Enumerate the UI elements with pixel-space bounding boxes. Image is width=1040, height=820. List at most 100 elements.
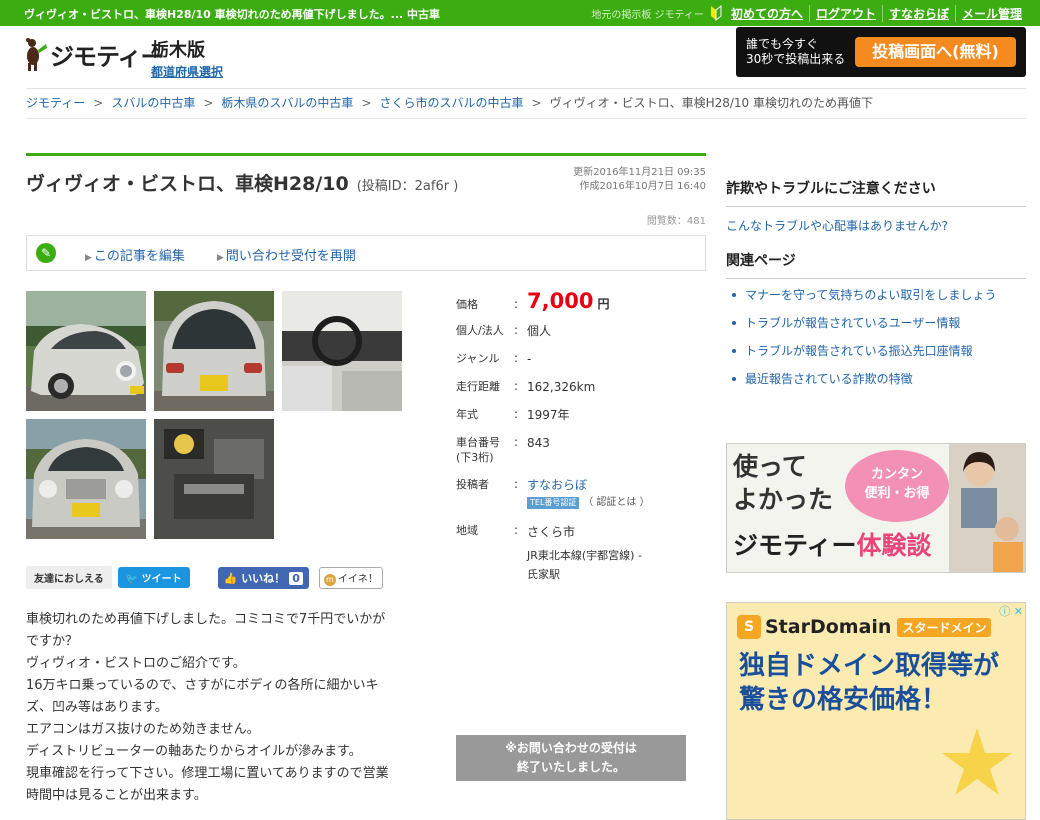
beginner-mark-icon: [710, 5, 722, 21]
bird-icon: 🐦: [125, 574, 139, 585]
banner-line1: 使って: [733, 452, 807, 481]
car-engine-photo: [154, 419, 274, 539]
description-line: 16万キロ乗っているので、さすがにボディの各所に細かいキ: [26, 678, 379, 693]
station-line1: JR東北本線(宇都宮線) -: [527, 549, 642, 562]
related-page-link[interactable]: トラブルが報告されているユーザー情報: [726, 315, 1026, 332]
photo-thumbnail[interactable]: [26, 419, 146, 539]
related-page-link[interactable]: トラブルが報告されている振込先口座情報: [726, 343, 1026, 360]
ad-line2: 驚きの格安価格！: [739, 685, 948, 715]
ad-line1: 独自ドメイン取得等が: [739, 651, 1000, 681]
chassis-label: 車台番号 (下3桁): [456, 435, 500, 465]
facebook-like-button[interactable]: 👍 いいね！ 0: [217, 566, 309, 589]
photo-thumbnail[interactable]: [26, 291, 146, 411]
colon: :: [514, 379, 519, 393]
share-buttons: 友達におしえる 🐦 ツイート 👍 いいね！ 0 m イイネ！: [26, 566, 383, 589]
related-pages: 関連ページ マナーを守って気持ちのよい取引をしましょう トラブルが報告されている…: [726, 250, 1026, 388]
banner-brand: ジモティー体験談: [733, 526, 932, 562]
description-line: 車検切れのため再値下げしました。コミコミで7千円でいかが: [26, 612, 386, 627]
related-pages-list: マナーを守って気持ちのよい取引をしましょう トラブルが報告されているユーザー情報…: [726, 287, 1026, 388]
post-promo-line2: 30秒で投稿出来る: [746, 52, 846, 66]
description-line: ディストリビューターの軸あたりからオイルが滲みます。: [26, 744, 362, 759]
created-date: 作成2016年10月7日 16:40: [579, 181, 706, 192]
prefecture-name: 栃木版: [151, 40, 205, 61]
related-page-link[interactable]: マナーを守って気持ちのよい取引をしましょう: [726, 287, 1026, 304]
main-content: ヴィヴィオ・ビストロ、車検H28/10 (投稿ID：2af6r ) 更新2016年…: [26, 153, 706, 803]
announcement-text: ヴィヴィオ・ビストロ、車検H28/10 車検切れのため再値下げしました。... …: [24, 8, 441, 21]
price-value-block: 7,000 円: [527, 289, 609, 316]
banner-people-photo: [949, 444, 1025, 572]
type-value: 個人: [527, 324, 552, 338]
resume-inquiry-link[interactable]: ▶ 問い合わせ受付を再開: [217, 245, 356, 264]
breadcrumb-separator: >: [361, 96, 372, 110]
stardomain-kana: スタードメイン: [897, 617, 992, 637]
breadcrumb-sakura-subaru[interactable]: さくら市のスバルの中古車: [380, 96, 524, 110]
breadcrumb-subaru[interactable]: スバルの中古車: [111, 96, 195, 110]
verification-info-link[interactable]: （ 認証とは ）: [583, 497, 649, 508]
station-line2: 氏家駅: [527, 568, 560, 581]
poster-name-link[interactable]: すなおらぼ: [527, 478, 587, 492]
top-bar: ヴィヴィオ・ビストロ、車検H28/10 車検切れのため再値下げしました。... …: [0, 0, 1040, 26]
description-line: エアコンはガス抜けのため効きません。: [26, 722, 260, 737]
post-promo-line1: 誰でも今すぐ: [746, 37, 819, 51]
description-line: ヴィヴィオ・ビストロのご紹介です。: [26, 656, 246, 671]
nav-logout-link[interactable]: ログアウト: [808, 4, 882, 22]
colon: :: [514, 351, 519, 365]
board-label: 地元の掲示板 ジモティー: [591, 9, 704, 21]
edit-post-label: この記事を編集: [93, 249, 185, 264]
share-label: 友達におしえる: [26, 566, 112, 589]
like-label: いいね！: [241, 571, 286, 585]
related-page-link[interactable]: 最近報告されている詐欺の特徴: [726, 371, 1026, 388]
area-label: 地域: [456, 524, 478, 537]
trouble-link[interactable]: こんなトラブルや心配事はありませんか?: [726, 217, 1026, 234]
breadcrumb-tochigi-subaru[interactable]: 栃木県のスバルの中古車: [221, 96, 353, 110]
nav-beginners-link[interactable]: 初めての方へ: [725, 5, 809, 22]
sidebar: 詐欺やトラブルにご注意ください こんなトラブルや心配事はありませんか? 関連ペー…: [726, 178, 1026, 399]
post-title: ヴィヴィオ・ビストロ、車検H28/10: [26, 173, 349, 195]
breadcrumb-home[interactable]: ジモティー: [26, 96, 85, 110]
nav-mail-link[interactable]: メール管理: [954, 4, 1028, 22]
view-count: 閲覧数：481: [646, 216, 706, 227]
triangle-right-icon: ▶: [217, 253, 224, 263]
banner-brand-suffix: 体験談: [856, 531, 932, 560]
post-free-button[interactable]: 投稿画面へ(無料): [855, 37, 1016, 67]
post-title-row: ヴィヴィオ・ビストロ、車検H28/10 (投稿ID：2af6r ): [26, 169, 458, 196]
genre-value: -: [527, 352, 532, 366]
mileage-value: 162,326km: [527, 380, 596, 394]
post-promo-box: 誰でも今すぐ 30秒で投稿出来る 投稿画面へ(無料): [736, 27, 1026, 77]
star-decoration-icon: [942, 728, 1012, 795]
photo-thumbnail[interactable]: [154, 419, 274, 539]
stardomain-mark-icon: S: [737, 615, 761, 639]
photo-thumbnail[interactable]: [154, 291, 274, 411]
ad-info-icons[interactable]: ⓘ ✕: [999, 603, 1023, 619]
price-unit: 円: [597, 297, 610, 311]
wrench-icon: ✎: [36, 243, 56, 263]
year-value: 1997年: [527, 408, 570, 422]
closed-line1: ※お問い合わせの受付は: [505, 741, 637, 755]
banner-line2: よかった: [733, 485, 834, 514]
car-rear-photo: [154, 291, 274, 411]
logo-text: ジモティー: [50, 42, 165, 71]
breadcrumb-separator: >: [203, 96, 214, 110]
resume-inquiry-label: 問い合わせ受付を再開: [225, 249, 356, 264]
prefecture-select-link[interactable]: 都道府県選択: [151, 63, 223, 80]
tweet-button[interactable]: 🐦 ツイート: [117, 567, 190, 588]
post-toolbox: ✎ ▶ この記事を編集 ▶ 問い合わせ受付を再開: [26, 235, 706, 271]
area-value: さくら市: [527, 525, 576, 539]
nav-user-link[interactable]: すなおらぼ: [881, 4, 955, 22]
photo-thumbnail[interactable]: [282, 291, 402, 411]
colon: :: [514, 323, 519, 337]
price-label: 価格: [456, 298, 478, 311]
post-promo-text: 誰でも今すぐ 30秒で投稿出来る: [746, 37, 845, 67]
edit-post-link[interactable]: ▶ この記事を編集: [85, 245, 185, 264]
colon: :: [514, 407, 519, 421]
mixi-check-button[interactable]: m イイネ！: [318, 566, 383, 589]
mileage-label: 走行距離: [456, 380, 500, 393]
top-nav: 地元の掲示板 ジモティー 初めての方へ ログアウト すなおらぼ メール管理: [591, 0, 1028, 26]
type-label: 個人/法人: [456, 324, 504, 337]
breadcrumb-separator: >: [531, 96, 542, 110]
description-line: ですか？: [26, 634, 79, 649]
testimonial-banner[interactable]: 使って よかった カンタン 便利・お得 ジモティー体験談: [726, 443, 1026, 573]
fraud-warning-heading: 詐欺やトラブルにご注意ください: [726, 178, 1026, 207]
site-logo[interactable]: ジモティー: [24, 36, 165, 72]
stardomain-ad-banner[interactable]: ⓘ ✕ S StarDomain スタードメイン 独自ドメイン取得等が 驚きの格…: [726, 602, 1026, 820]
